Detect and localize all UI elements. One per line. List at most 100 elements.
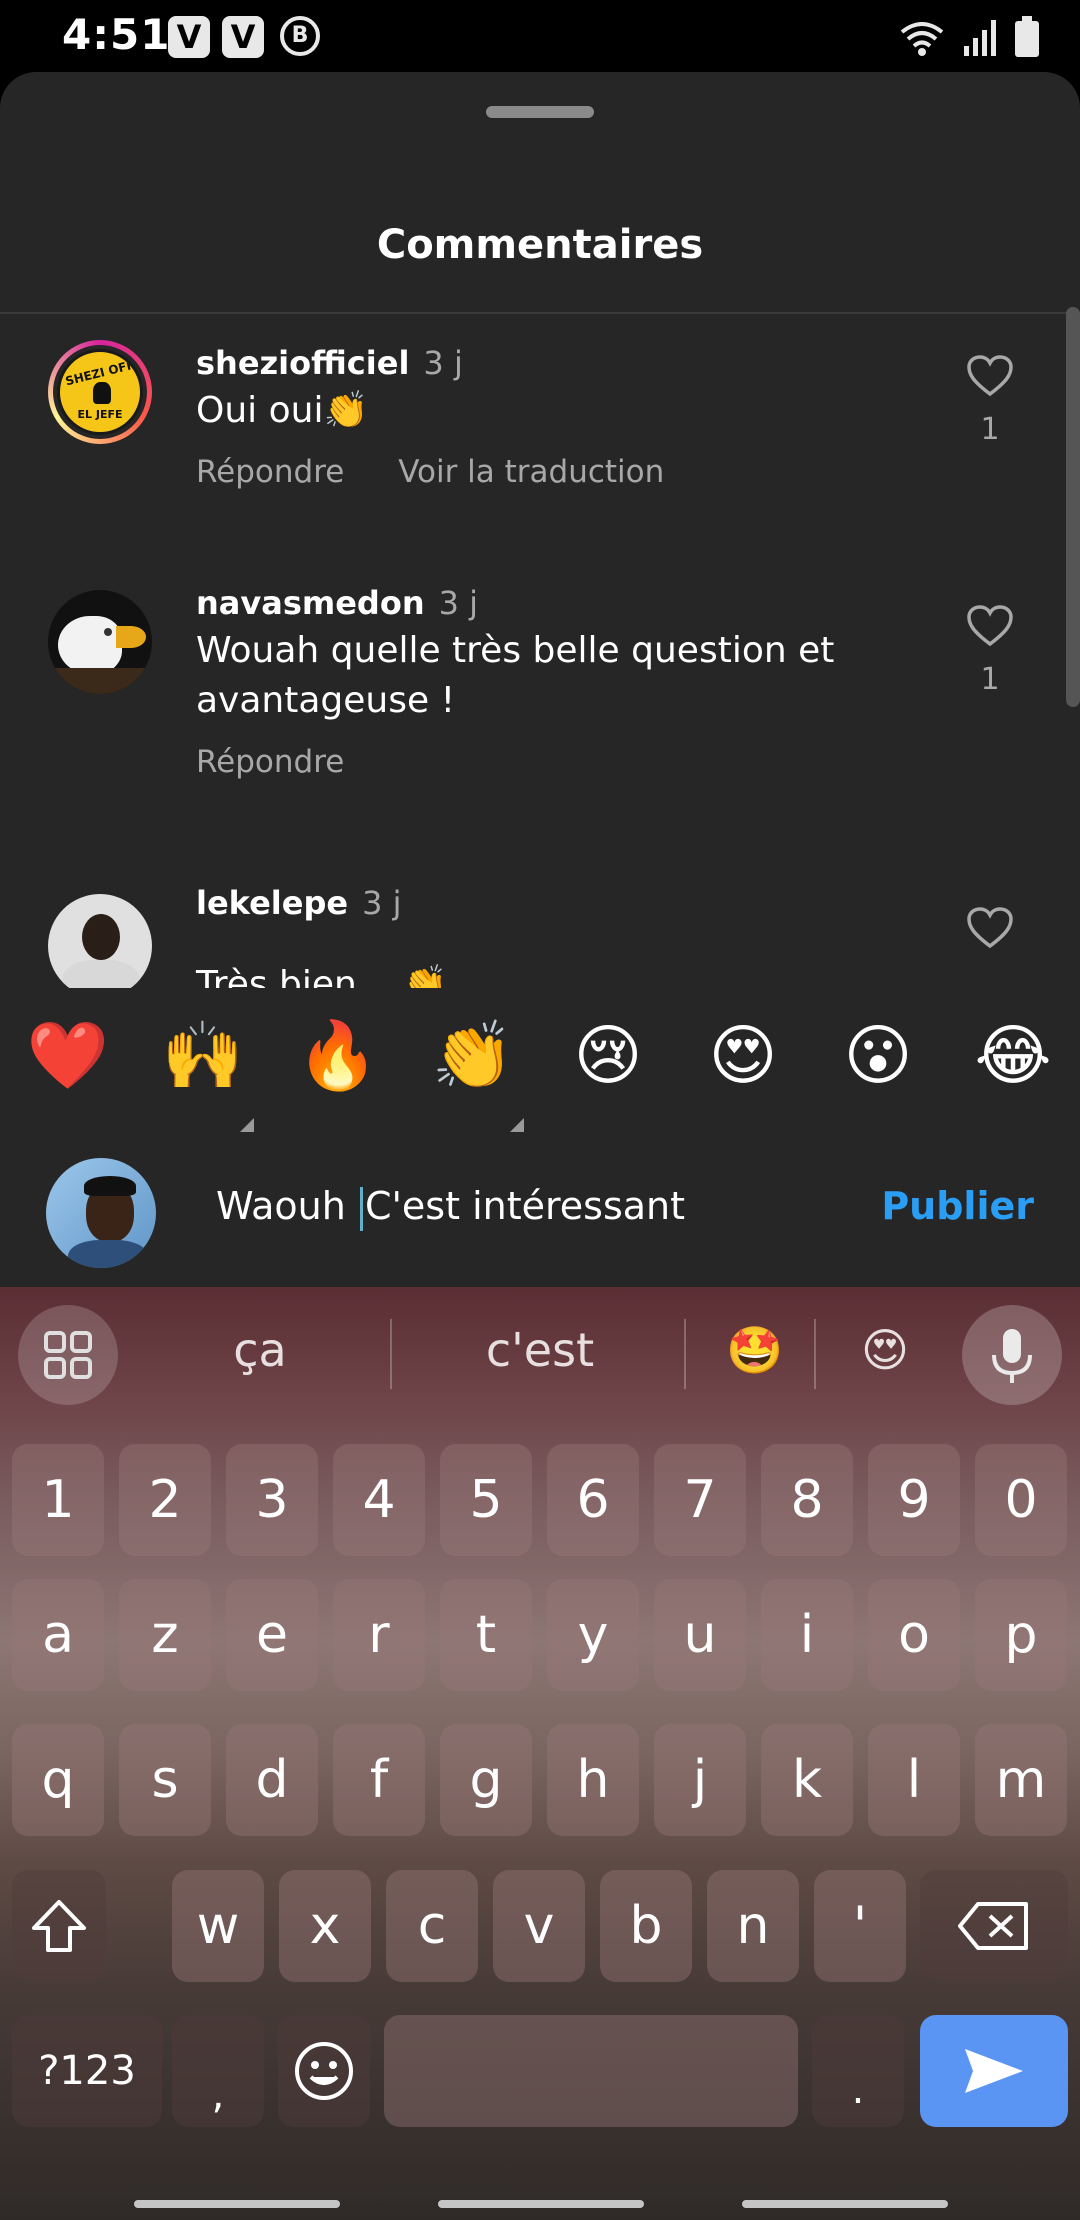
person-shirt — [68, 1240, 148, 1268]
reply-button[interactable]: Répondre — [196, 454, 344, 490]
emoji-laughing[interactable]: 😂 — [963, 1016, 1063, 1096]
eagle-eye — [104, 628, 112, 636]
comment-text: Oui oui👏 — [196, 390, 369, 431]
emoji-fire[interactable]: 🔥 — [288, 1016, 388, 1096]
emoji-heart[interactable]: ❤️ — [18, 1016, 118, 1096]
suggestion-emoji[interactable]: 🤩 — [700, 1323, 810, 1378]
key-row2-7[interactable]: k — [761, 1724, 853, 1836]
suggestion-word[interactable]: c'est — [420, 1323, 660, 1377]
eagle-head — [58, 616, 122, 674]
emoji-clap[interactable]: 👏 — [423, 1016, 523, 1096]
comment-composer: Waouh C'est intéressant Publier — [0, 1138, 1080, 1287]
key-row1-9[interactable]: p — [975, 1579, 1067, 1691]
status-bar: 4:51 V V B — [0, 0, 1080, 72]
key-row2-6[interactable]: j — [654, 1724, 746, 1836]
voice-input-button[interactable] — [962, 1305, 1062, 1405]
key-number-8[interactable]: 9 — [868, 1444, 960, 1556]
emoji-key[interactable] — [278, 2015, 370, 2127]
comment-username[interactable]: lekelepe 3 j — [196, 884, 402, 922]
key-number-5[interactable]: 6 — [547, 1444, 639, 1556]
emoji-surprised[interactable]: 😮 — [828, 1016, 928, 1096]
heart-icon — [967, 355, 1013, 397]
key-row3-3[interactable]: v — [493, 1870, 585, 1982]
emoji-crying[interactable]: 😢 — [558, 1016, 658, 1096]
period-key[interactable]: . — [812, 2015, 904, 2127]
key-row2-9[interactable]: m — [975, 1724, 1067, 1836]
key-row3-5[interactable]: n — [707, 1870, 799, 1982]
comment-input[interactable]: Waouh C'est intéressant — [216, 1184, 685, 1231]
b-notification-icon: B — [280, 16, 320, 56]
key-number-7[interactable]: 8 — [761, 1444, 853, 1556]
publish-button[interactable]: Publier — [881, 1184, 1034, 1228]
send-icon — [965, 2049, 1023, 2093]
key-row1-1[interactable]: z — [119, 1579, 211, 1691]
key-row3-6[interactable]: ' — [814, 1870, 906, 1982]
comment-actions: Répondre — [196, 744, 388, 780]
comment-list: SHEZI OFF EL JEFE sheziofficiel 3 j Oui o… — [0, 314, 1080, 1054]
reply-button[interactable]: Répondre — [196, 744, 344, 780]
key-row2-2[interactable]: d — [226, 1724, 318, 1836]
key-row1-3[interactable]: r — [333, 1579, 425, 1691]
key-row2-1[interactable]: s — [119, 1724, 211, 1836]
translate-button[interactable]: Voir la traduction — [398, 454, 664, 490]
key-row2-4[interactable]: g — [440, 1724, 532, 1836]
key-row1-7[interactable]: i — [761, 1579, 853, 1691]
comma-key[interactable]: , — [172, 2015, 264, 2127]
key-number-1[interactable]: 2 — [119, 1444, 211, 1556]
key-row1-5[interactable]: y — [547, 1579, 639, 1691]
key-number-2[interactable]: 3 — [226, 1444, 318, 1556]
drag-handle[interactable] — [486, 106, 594, 118]
key-row3-0[interactable]: w — [172, 1870, 264, 1982]
key-row1-4[interactable]: t — [440, 1579, 532, 1691]
space-key[interactable] — [384, 2015, 798, 2127]
key-number-6[interactable]: 7 — [654, 1444, 746, 1556]
like-button[interactable] — [964, 906, 1016, 954]
status-icons — [898, 14, 1040, 58]
key-number-3[interactable]: 4 — [333, 1444, 425, 1556]
avatar[interactable]: SHEZI OFF EL JEFE — [48, 340, 152, 444]
backspace-key[interactable] — [920, 1870, 1068, 1982]
key-row3-1[interactable]: x — [279, 1870, 371, 1982]
comment-username[interactable]: sheziofficiel 3 j — [196, 344, 463, 382]
key-number-0[interactable]: 1 — [12, 1444, 104, 1556]
like-count: 1 — [980, 662, 1000, 697]
divider — [814, 1319, 816, 1389]
key-row2-3[interactable]: f — [333, 1724, 425, 1836]
symbols-key[interactable]: ?123 — [12, 2015, 162, 2127]
key-row2-0[interactable]: q — [12, 1724, 104, 1836]
key-number-9[interactable]: 0 — [975, 1444, 1067, 1556]
keyboard-menu-button[interactable] — [18, 1305, 118, 1405]
nav-home-pill[interactable] — [438, 2200, 644, 2208]
nav-back-pill[interactable] — [134, 2200, 340, 2208]
key-row1-6[interactable]: u — [654, 1579, 746, 1691]
wifi-icon — [900, 22, 944, 56]
like-button[interactable]: 1 — [964, 354, 1016, 447]
key-row3-4[interactable]: b — [600, 1870, 692, 1982]
skin-tone-indicator — [510, 1118, 524, 1132]
avatar[interactable] — [48, 894, 152, 998]
shift-key[interactable] — [12, 1870, 106, 1982]
like-button[interactable]: 1 — [964, 604, 1016, 697]
key-row1-2[interactable]: e — [226, 1579, 318, 1691]
key-row3-2[interactable]: c — [386, 1870, 478, 1982]
suggestion-emoji[interactable]: 😍 — [830, 1323, 940, 1377]
person-head — [82, 914, 120, 960]
comment-text: Wouah quelle très belle question et avan… — [196, 630, 835, 721]
key-row1-0[interactable]: a — [12, 1579, 104, 1691]
key-number-4[interactable]: 5 — [440, 1444, 532, 1556]
key-row1-8[interactable]: o — [868, 1579, 960, 1691]
key-row2-5[interactable]: h — [547, 1724, 639, 1836]
comment-actions: Répondre Voir la traduction — [196, 454, 708, 490]
send-key[interactable] — [920, 2015, 1068, 2127]
emoji-raised-hands[interactable]: 🙌 — [153, 1016, 253, 1096]
signal-icon — [964, 20, 996, 56]
sheet-title: Commentaires — [376, 222, 704, 268]
key-row2-8[interactable]: l — [868, 1724, 960, 1836]
avatar[interactable] — [48, 590, 152, 694]
heart-icon — [967, 605, 1013, 647]
comment-username[interactable]: navasmedon 3 j — [196, 584, 478, 622]
emoji-heart-eyes[interactable]: 😍 — [693, 1016, 793, 1096]
backspace-icon — [958, 1902, 1028, 1950]
nav-recent-pill[interactable] — [742, 2200, 948, 2208]
suggestion-word[interactable]: ça — [160, 1323, 360, 1377]
